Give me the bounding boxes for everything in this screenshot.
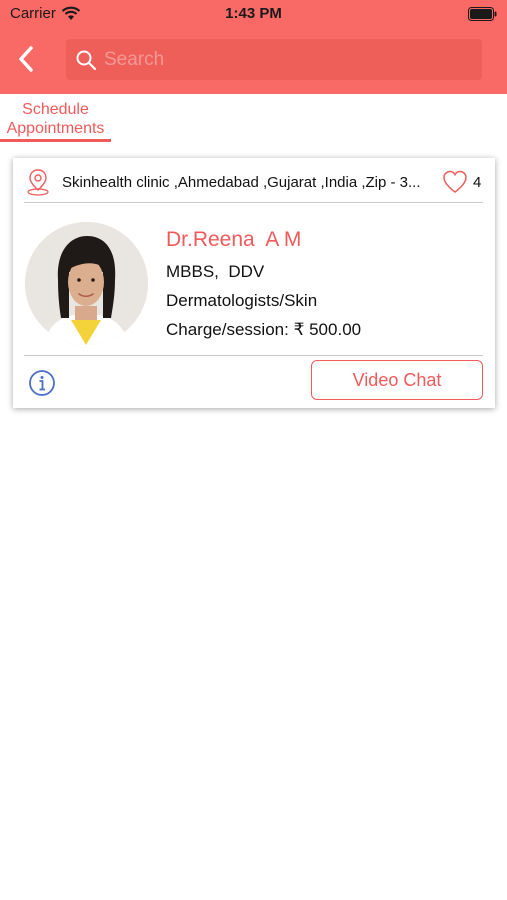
app-header: Carrier 1:43 PM (0, 0, 507, 94)
tab-label: Schedule Appointments (6, 101, 105, 137)
clinic-address: Skinhealth clinic ,Ahmedabad ,Gujarat ,I… (62, 174, 421, 191)
heart-icon[interactable] (441, 168, 469, 196)
search-input[interactable] (104, 48, 464, 71)
doctor-specialization: Dermatologists/Skin (166, 291, 318, 310)
tab-active-indicator (0, 139, 111, 142)
nav-bar (0, 36, 507, 86)
card-divider-bottom (24, 355, 483, 356)
chevron-left-icon (19, 46, 33, 72)
tab-schedule-appointments[interactable]: Schedule Appointments (0, 100, 111, 138)
search-icon (74, 48, 98, 72)
status-bar: Carrier 1:43 PM (0, 0, 507, 28)
clinic-location-row: Skinhealth clinic ,Ahmedabad ,Gujarat ,I… (13, 158, 495, 204)
likes-count: 4 (473, 174, 482, 191)
doctor-card[interactable]: Skinhealth clinic ,Ahmedabad ,Gujarat ,I… (13, 158, 495, 408)
battery-icon (468, 7, 497, 21)
status-time: 1:43 PM (225, 5, 282, 22)
doctor-charge: Charge/session: ₹ 500.00 (166, 320, 362, 339)
search-bar[interactable] (66, 39, 482, 80)
doctor-photo (25, 222, 148, 345)
back-button[interactable] (12, 44, 40, 74)
doctor-avatar (25, 222, 148, 345)
video-chat-button[interactable]: Video Chat (311, 360, 483, 400)
location-pin-icon (27, 169, 49, 196)
doctor-qualification: MBBS, DDV (166, 262, 265, 281)
info-icon[interactable] (28, 369, 56, 397)
card-divider-top (24, 202, 483, 203)
doctor-name: Dr.Reena A M (166, 228, 302, 251)
